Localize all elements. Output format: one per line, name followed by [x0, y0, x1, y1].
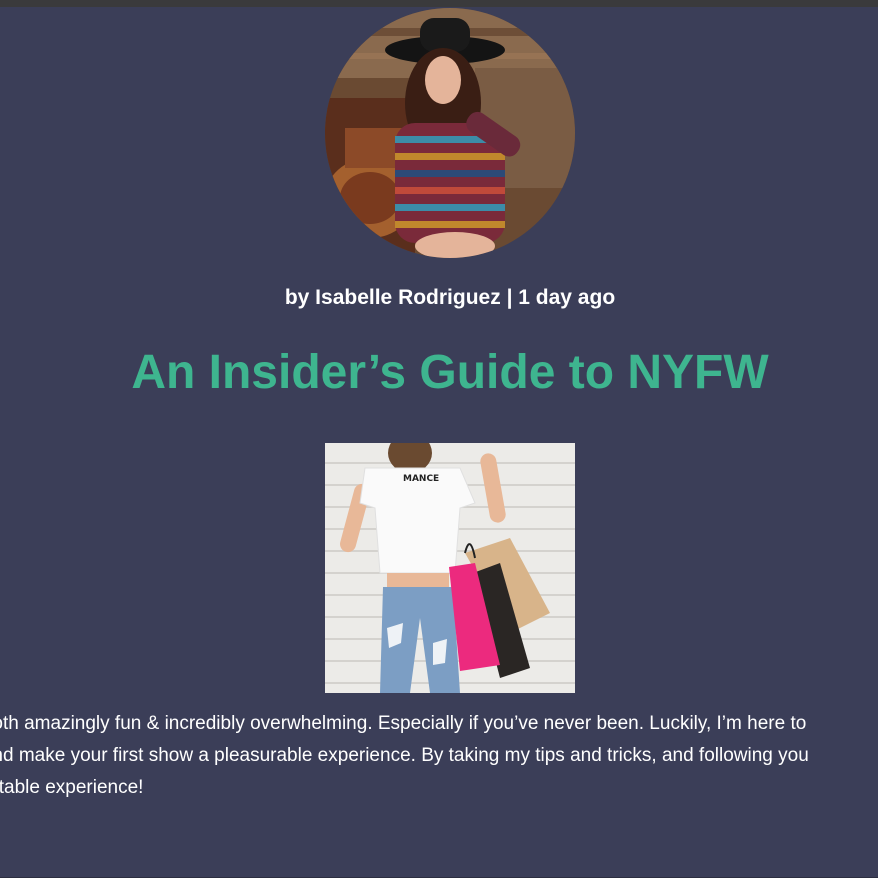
article-byline: by Isabelle Rodriguez | 1 day ago	[284, 286, 616, 309]
author-avatar	[325, 8, 575, 258]
hero-image: MANCE	[325, 443, 575, 693]
article-title: An Insider’s Guide to NYFW	[131, 346, 769, 399]
body-line: e and make your first show a pleasurable…	[0, 745, 809, 766]
top-bar	[0, 0, 878, 7]
body-line: e both amazingly fun & incredibly overwh…	[0, 713, 807, 734]
body-line: rgettable experience!	[0, 777, 144, 798]
article-body: e both amazingly fun & incredibly overwh…	[0, 708, 878, 804]
tshirt-print: MANCE	[403, 474, 439, 484]
